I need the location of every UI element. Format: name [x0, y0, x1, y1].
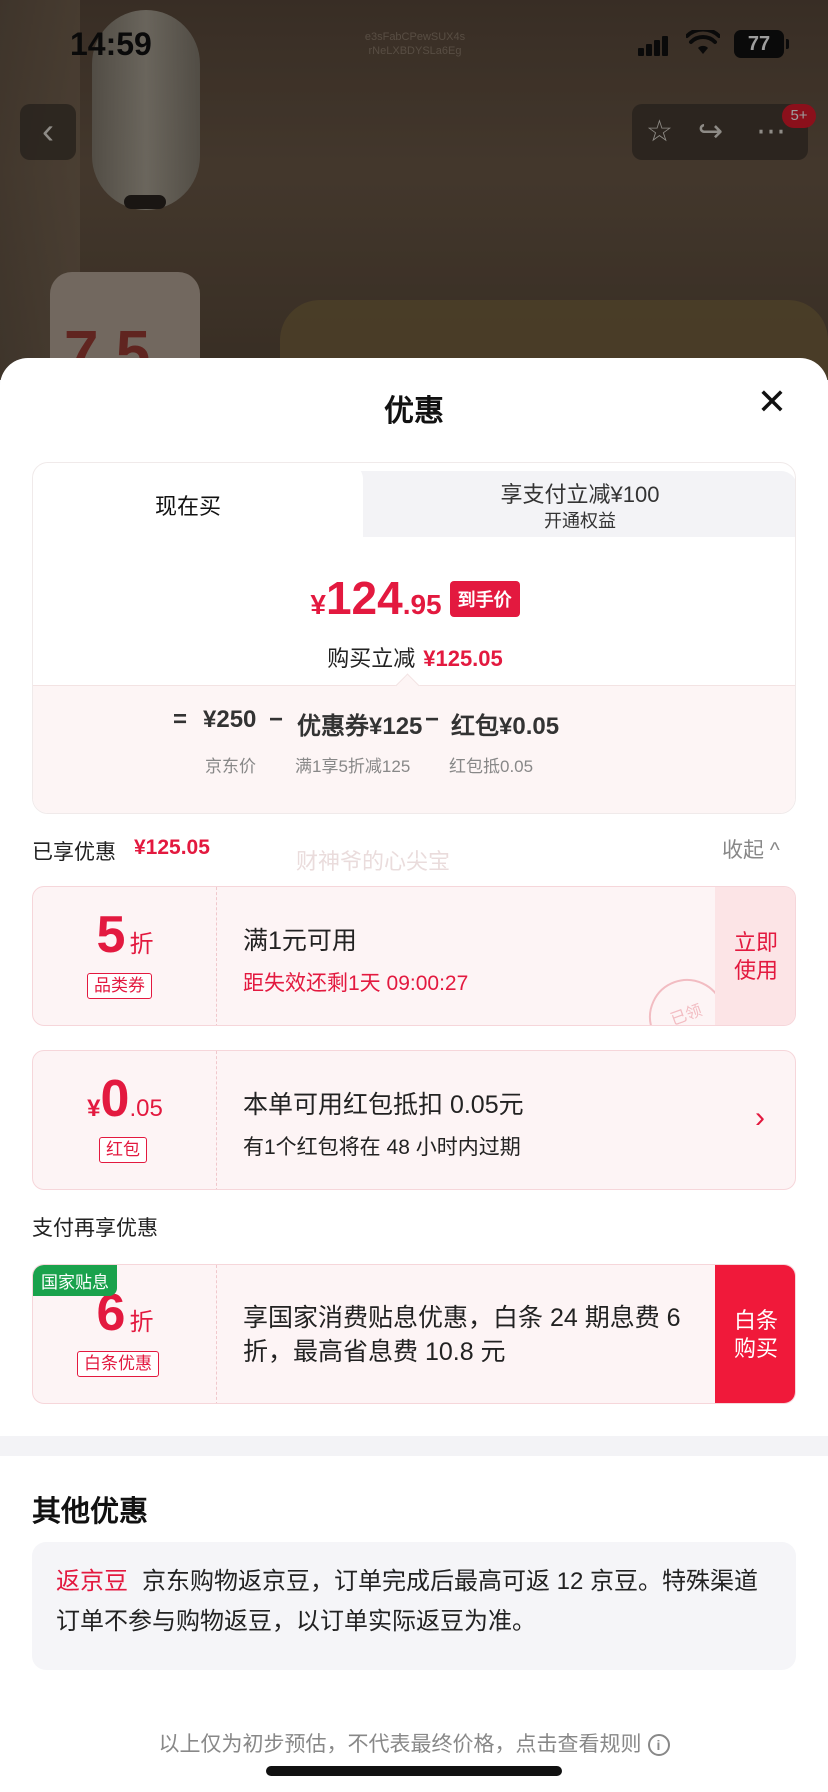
- price-formula: = ¥250 − 优惠券¥125 − 红包¥0.05 京东价 满1享5折减125…: [33, 685, 795, 813]
- other-title: 其他优惠: [32, 1496, 149, 1528]
- collapse-button[interactable]: 收起 ^: [722, 834, 780, 864]
- formula-minus-2: −: [425, 706, 440, 733]
- reduce-row: 购买立减 ¥125.05: [327, 646, 503, 671]
- enjoyed-label: 已享优惠: [32, 841, 116, 864]
- jingdou-text: 京东购物返京豆，订单完成后最高可返 12 京豆。特殊渠道订单不参与购物返豆，以订…: [56, 1568, 759, 1635]
- redpack-label: 红包: [99, 1137, 147, 1163]
- national-subsidy-tag: 国家贴息: [33, 1265, 117, 1296]
- footer-note[interactable]: 以上仅为初步预估，不代表最终价格，点击查看规则 i: [0, 1728, 828, 1758]
- baitiao-main: 享国家消费贴息优惠，白条 24 期息费 6 折，最高省息费 10.8 元: [243, 1304, 681, 1366]
- formula-jd-price-label: 京东价: [205, 757, 256, 776]
- info-icon[interactable]: i: [647, 1734, 670, 1757]
- sheet-title: 优惠: [384, 395, 444, 428]
- coupon-card-category[interactable]: 5折 品类券 满1元可用 距失效还剩1天 09:00:27 已领 立即 使用: [32, 886, 796, 1026]
- formula-minus-1: −: [269, 706, 284, 733]
- coupon-type-label: 品类券: [87, 973, 152, 999]
- formula-eq: =: [173, 706, 188, 733]
- chevron-right-icon[interactable]: ›: [755, 1101, 765, 1135]
- other-discount-box: 返京豆 京东购物返京豆，订单完成后最高可返 12 京豆。特殊渠道订单不参与购物返豆…: [32, 1542, 796, 1670]
- coupon-countdown: 距失效还剩1天 09:00:27: [243, 972, 469, 995]
- baitiao-card[interactable]: 6折 白条优惠 国家贴息 享国家消费贴息优惠，白条 24 期息费 6 折，最高省…: [32, 1264, 796, 1404]
- formula-redpack: 红包¥0.05: [451, 713, 560, 740]
- baitiao-buy-button[interactable]: 白条 购买: [715, 1265, 795, 1403]
- watermark: 财神爷的心尖宝: [296, 849, 451, 874]
- price-card: 现在买 享支付立减¥100 开通权益 ¥124.95 到手价 购买立减 ¥125.0…: [32, 462, 796, 814]
- tab-pay-sub[interactable]: 开通权益: [363, 507, 795, 533]
- formula-redpack-label: 红包抵0.05: [449, 757, 534, 776]
- baitiao-label: 白条优惠: [77, 1351, 159, 1377]
- redpack-expire: 有1个红包将在 48 小时内过期: [243, 1136, 521, 1159]
- final-price: ¥124.95: [310, 572, 442, 624]
- jingdou-tag: 返京豆: [56, 1568, 128, 1595]
- pay-section-label: 支付再享优惠: [32, 1217, 158, 1240]
- close-icon[interactable]: ✕: [752, 382, 792, 422]
- coupon-value: 5折 品类券: [33, 887, 217, 1025]
- discount-sheet: 优惠 ✕ 现在买 享支付立减¥100 开通权益 ¥124.95 到手价 购买立减 ¥…: [0, 358, 828, 1792]
- coupon-condition: 满1元可用: [243, 927, 357, 955]
- redpack-value: ¥0.05 红包: [33, 1051, 217, 1189]
- tab-now[interactable]: 现在买: [33, 489, 343, 521]
- formula-jd-price: ¥250: [203, 706, 257, 733]
- redpack-main: 本单可用红包抵扣 0.05元: [243, 1091, 524, 1119]
- dim-overlay[interactable]: [0, 0, 828, 380]
- formula-coupon: 优惠券¥125: [297, 713, 423, 740]
- tab-pay-main[interactable]: 享支付立减¥100: [363, 477, 795, 509]
- final-price-row: ¥124.95 到手价: [33, 571, 795, 625]
- enjoyed-amount: ¥125.05: [134, 836, 210, 859]
- home-indicator[interactable]: [266, 1766, 562, 1776]
- coupon-card-redpack[interactable]: ¥0.05 红包 本单可用红包抵扣 0.05元 有1个红包将在 48 小时内过期…: [32, 1050, 796, 1190]
- section-divider: [0, 1436, 828, 1456]
- final-price-tag: 到手价: [449, 581, 520, 617]
- use-now-button[interactable]: 立即 使用: [715, 887, 795, 1025]
- formula-coupon-label: 满1享5折减125: [295, 757, 411, 776]
